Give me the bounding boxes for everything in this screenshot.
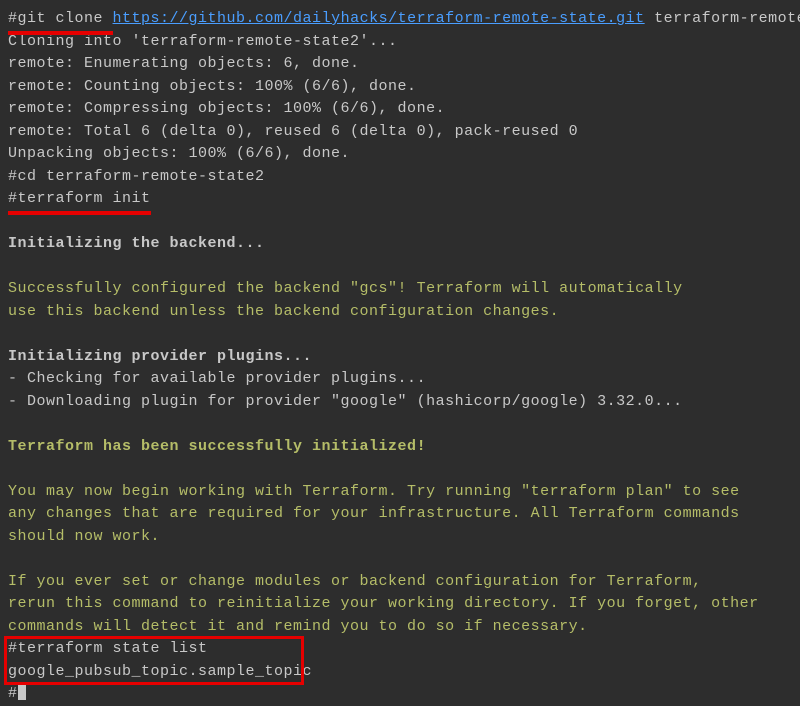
output-line: Successfully configured the backend "gcs…: [8, 278, 792, 301]
output-line: any changes that are required for your i…: [8, 503, 792, 526]
output-line: You may now begin working with Terraform…: [8, 481, 792, 504]
prompt-line[interactable]: #: [8, 683, 792, 706]
command-git-clone: #git clone https://github.com/dailyhacks…: [8, 8, 792, 31]
output-line: remote: Compressing objects: 100% (6/6),…: [8, 98, 792, 121]
output-line: remote: Counting objects: 100% (6/6), do…: [8, 76, 792, 99]
heading-init-plugins: Initializing provider plugins...: [8, 346, 792, 369]
red-box-container: #terraform state list google_pubsub_topi…: [8, 638, 312, 683]
text: terraform-remote-state2: [645, 10, 800, 27]
output-line: should now work.: [8, 526, 792, 549]
command-cd: #cd terraform-remote-state2: [8, 166, 792, 189]
heading-terraform-success: Terraform has been successfully initiali…: [8, 436, 792, 459]
output-line: rerun this command to reinitialize your …: [8, 593, 792, 616]
blank-line: [8, 458, 792, 481]
output-line: Unpacking objects: 100% (6/6), done.: [8, 143, 792, 166]
output-line: remote: Total 6 (delta 0), reused 6 (del…: [8, 121, 792, 144]
output-line: commands will detect it and remind you t…: [8, 616, 792, 639]
blank-line: [8, 413, 792, 436]
prompt: #: [8, 685, 18, 702]
output-line: - Downloading plugin for provider "googl…: [8, 391, 792, 414]
terminal-output[interactable]: #git clone https://github.com/dailyhacks…: [8, 8, 792, 706]
output-line: If you ever set or change modules or bac…: [8, 571, 792, 594]
underline-annotation: #git clone: [8, 8, 113, 31]
cursor: [18, 684, 26, 700]
blank-line: [8, 256, 792, 279]
command-terraform-state-list: #terraform state list: [8, 638, 312, 661]
heading-init-backend: Initializing the backend...: [8, 233, 792, 256]
git-url-link[interactable]: https://github.com/dailyhacks/terraform-…: [113, 10, 645, 27]
text: #git clone: [8, 10, 113, 27]
text: #terraform init: [8, 190, 151, 207]
blank-line: [8, 323, 792, 346]
underline-annotation: #terraform init: [8, 188, 151, 211]
output-line: google_pubsub_topic.sample_topic: [8, 661, 312, 684]
blank-line: [8, 548, 792, 571]
output-line: Cloning into 'terraform-remote-state2'..…: [8, 31, 792, 54]
command-terraform-init: #terraform init: [8, 188, 792, 211]
output-line: use this backend unless the backend conf…: [8, 301, 792, 324]
output-line: - Checking for available provider plugin…: [8, 368, 792, 391]
output-line: remote: Enumerating objects: 6, done.: [8, 53, 792, 76]
